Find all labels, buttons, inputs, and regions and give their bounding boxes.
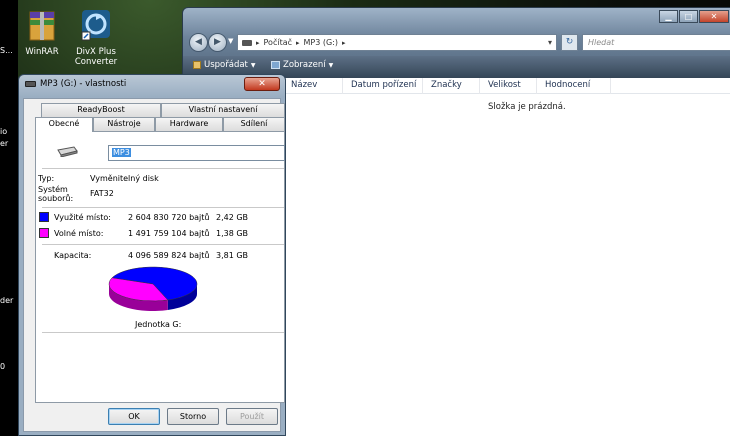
views-button[interactable]: Zobrazení ▼ [271,60,333,70]
address-bar[interactable]: ▸ Počítač ▸ MP3 (G:) ▸ ▾ [237,34,557,51]
used-space-color-swatch [39,212,49,222]
breadcrumb-separator-icon: ▸ [296,38,300,47]
type-label: Typ: [38,174,55,183]
maximize-button[interactable]: □ [679,10,698,23]
organize-icon [193,61,201,69]
tab-readyboost[interactable]: ReadyBoost [41,103,161,117]
organize-label: Uspořádat [204,60,248,70]
divx-converter-icon [81,10,110,41]
close-button[interactable]: ✕ [699,10,729,23]
desktop-icon-label: WinRAR [25,47,59,57]
free-space-size: 1,38 GB [216,229,249,238]
forward-button[interactable]: ▶ [208,33,227,52]
column-headers: Název Datum pořízení Značky Velikost Hod… [283,78,730,94]
apply-button[interactable]: Použít [226,408,278,425]
used-space-label: Využité místo: [54,213,111,222]
search-input[interactable]: Hledat [582,34,730,51]
organize-button[interactable]: Uspořádat ▼ [193,60,256,70]
breadcrumb-separator-icon: ▸ [256,38,260,47]
back-arrow-icon: ◀ [195,37,202,47]
capacity-label: Kapacita: [54,251,92,260]
refresh-icon: ↻ [565,37,574,47]
chevron-down-icon: ▼ [328,61,334,69]
refresh-button[interactable]: ↻ [561,34,578,51]
strip-fragment: er [0,139,9,148]
desktop-icon-label-line2: Converter [74,57,118,67]
back-button[interactable]: ◀ [189,33,208,52]
separator [42,168,284,169]
minimize-icon: ▁ [665,12,672,21]
separator [42,244,284,245]
strip-fragment: der [0,296,14,305]
column-date[interactable]: Datum pořízení [343,78,423,94]
separator [42,207,284,208]
column-size[interactable]: Velikost [480,78,537,94]
dialog-title: MP3 (G:) - vlastnosti [40,79,127,89]
file-list: Název Datum pořízení Značky Velikost Hod… [283,78,730,436]
properties-dialog: MP3 (G:) - vlastnosti ✕ ReadyBoost Vlast… [18,74,286,436]
minimize-button[interactable]: ▁ [659,10,678,23]
column-tags[interactable]: Značky [423,78,480,94]
views-icon [271,61,280,69]
navigation-bar: ◀ ▶ ▼ ▸ Počítač ▸ MP3 (G:) ▸ ▾ ↻ Hledat [189,32,730,52]
dialog-close-button[interactable]: ✕ [244,77,280,91]
search-placeholder: Hledat [588,38,615,47]
close-icon: ✕ [258,79,266,89]
tab-sharing[interactable]: Sdílení [223,117,285,131]
dialog-title-bar: MP3 (G:) - vlastnosti [25,79,126,89]
drive-letter-label: Jednotka G: [135,320,182,329]
tab-general[interactable]: Obecné [35,117,93,132]
type-value: Vyměnitelný disk [90,174,159,183]
recent-pages-chevron-icon[interactable]: ▼ [228,37,233,45]
breadcrumb-computer[interactable]: Počítač [264,38,293,47]
maximize-icon: □ [684,12,693,21]
breadcrumb-separator-icon: ▸ [342,38,346,47]
column-name[interactable]: Název [283,78,343,94]
address-dropdown-icon[interactable]: ▾ [544,38,556,47]
desktop-icon-divx[interactable]: DivX Plus Converter [64,8,128,67]
desktop: S... io er der 0 WinRAR DivX Plus Conver… [0,0,730,436]
close-icon: ✕ [710,12,718,21]
strip-fragment: io [0,127,8,136]
column-rating[interactable]: Hodnocení [537,78,611,94]
views-label: Zobrazení [283,60,326,70]
separator [42,332,284,333]
empty-folder-message: Složka je prázdná. [488,102,566,112]
tab-hardware[interactable]: Hardware [155,117,223,131]
chevron-down-icon: ▼ [250,61,256,69]
used-space-bytes: 2 604 830 720 bajtů [128,213,210,222]
ok-button[interactable]: OK [108,408,160,425]
window-caption-buttons: ▁ □ ✕ [658,10,729,23]
cancel-button[interactable]: Storno [167,408,219,425]
drive-name-value: MP3 [112,148,131,157]
filesystem-label-line1: Systém [38,185,68,194]
free-space-bytes: 1 491 759 104 bajtů [128,229,210,238]
disk-usage-pie-chart [108,266,198,311]
tab-tools[interactable]: Nástroje [93,117,155,131]
breadcrumb-drive[interactable]: MP3 (G:) [304,38,339,47]
forward-arrow-icon: ▶ [214,37,221,47]
filesystem-value: FAT32 [90,189,114,198]
capacity-bytes: 4 096 589 824 bajtů [128,251,210,260]
tab-custom-settings[interactable]: Vlastní nastavení [161,103,285,117]
removable-drive-icon [57,146,78,157]
drive-title-icon [25,81,36,87]
free-space-color-swatch [39,228,49,238]
desktop-icon-label-line1: DivX Plus [76,47,116,57]
used-space-size: 2,42 GB [216,213,249,222]
general-tab-panel: MP3 Typ: Vyměnitelný disk Systém souborů… [35,131,285,403]
filesystem-label-line2: souborů: [38,194,74,203]
drive-name-input[interactable]: MP3 [108,145,285,161]
winrar-icon [29,11,55,41]
free-space-label: Volné místo: [54,229,104,238]
strip-fragment: 0 [0,362,6,371]
drive-small-icon [242,39,252,46]
capacity-size: 3,81 GB [216,251,249,260]
